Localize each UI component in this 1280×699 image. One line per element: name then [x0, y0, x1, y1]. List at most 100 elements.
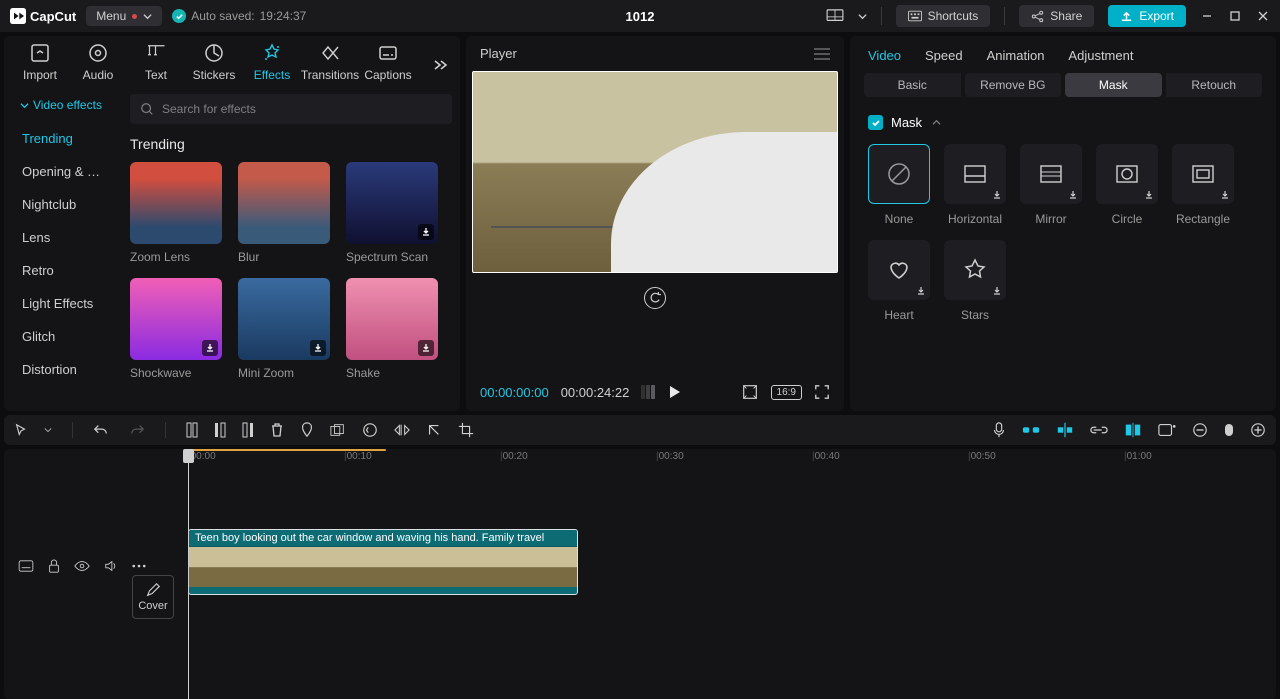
effect-item[interactable]: Spectrum Scan: [346, 162, 438, 264]
mirror-icon[interactable]: [394, 423, 410, 437]
mask-option-horizontal[interactable]: Horizontal: [944, 144, 1006, 226]
media-tab-text[interactable]: Text: [128, 42, 184, 88]
mask-option-none[interactable]: None: [868, 144, 930, 226]
mic-icon[interactable]: [992, 422, 1006, 438]
playhead[interactable]: [188, 449, 189, 699]
export-button[interactable]: Export: [1108, 5, 1186, 27]
share-button[interactable]: Share: [1019, 5, 1094, 27]
effect-category[interactable]: Trending: [8, 122, 126, 155]
chevron-up-icon[interactable]: [932, 118, 941, 127]
inspector-tab-adjustment[interactable]: Adjustment: [1068, 48, 1133, 63]
none-mask-icon: [883, 158, 915, 190]
media-tab-stickers[interactable]: Stickers: [186, 42, 242, 88]
effect-item[interactable]: Shockwave: [130, 278, 222, 380]
export-icon: [1120, 10, 1133, 23]
zoom-slider-icon[interactable]: [1224, 423, 1234, 437]
subtab-mask[interactable]: Mask: [1065, 73, 1162, 97]
lock-icon[interactable]: [48, 559, 60, 573]
mask-option-circle[interactable]: Circle: [1096, 144, 1158, 226]
cover-button[interactable]: Cover: [132, 575, 174, 619]
media-tab-import[interactable]: Import: [12, 42, 68, 88]
split-icon[interactable]: [186, 422, 198, 438]
media-tab-effects[interactable]: Effects: [244, 42, 300, 88]
refresh-button[interactable]: [644, 287, 666, 309]
autosave-status: Auto saved: 19:24:37: [172, 9, 306, 23]
timeline-body[interactable]: |00:00|00:10|00:20|00:30|00:40|00:50|01:…: [180, 449, 1276, 699]
eye-icon[interactable]: [74, 560, 90, 572]
effect-category[interactable]: Distortion: [8, 353, 126, 386]
playhead-knob[interactable]: [183, 449, 194, 463]
section-title: Trending: [130, 136, 452, 152]
compare-icon[interactable]: [641, 385, 657, 399]
subtab-remove-bg[interactable]: Remove BG: [965, 73, 1062, 97]
chevron-down-icon[interactable]: [44, 426, 52, 434]
layout-chevron-icon[interactable]: [858, 12, 867, 21]
magnet-main-icon[interactable]: [1022, 424, 1040, 436]
subtab-basic[interactable]: Basic: [864, 73, 961, 97]
split-right-icon[interactable]: [242, 422, 254, 438]
delete-icon[interactable]: [270, 422, 284, 438]
main-area: ImportAudioTextStickersEffectsTransition…: [0, 32, 1280, 415]
play-button[interactable]: [669, 385, 681, 399]
redo-icon[interactable]: [129, 422, 145, 438]
preview-viewport[interactable]: [472, 71, 838, 273]
auto-snap-icon[interactable]: [1056, 422, 1074, 438]
tabs-more-button[interactable]: [432, 58, 452, 72]
inspector-tab-video[interactable]: Video: [868, 48, 901, 63]
mask-option-rectangle[interactable]: Rectangle: [1172, 144, 1234, 226]
preview-axis-icon[interactable]: [1124, 422, 1142, 438]
inspector-tab-animation[interactable]: Animation: [987, 48, 1045, 63]
window-maximize-button[interactable]: [1228, 9, 1242, 23]
duplicate-icon[interactable]: [330, 423, 346, 437]
mask-option-heart[interactable]: Heart: [868, 240, 930, 322]
crop-icon[interactable]: [458, 422, 474, 438]
inspector-tab-speed[interactable]: Speed: [925, 48, 963, 63]
zoom-out-icon[interactable]: [1192, 422, 1208, 438]
scale-icon[interactable]: [741, 383, 759, 401]
effect-category[interactable]: Nightclub: [8, 188, 126, 221]
effect-category[interactable]: Opening & …: [8, 155, 126, 188]
effect-category[interactable]: Lens: [8, 221, 126, 254]
shortcuts-button[interactable]: Shortcuts: [896, 5, 991, 27]
fullscreen-icon[interactable]: [814, 384, 830, 400]
zoom-in-icon[interactable]: [1250, 422, 1266, 438]
record-icon[interactable]: [1158, 423, 1176, 437]
mask-checkbox[interactable]: [868, 115, 883, 130]
effect-category[interactable]: Glitch: [8, 320, 126, 353]
preview-content: [611, 132, 837, 272]
media-tab-audio[interactable]: Audio: [70, 42, 126, 88]
timeline-ruler[interactable]: |00:00|00:10|00:20|00:30|00:40|00:50|01:…: [180, 449, 1276, 469]
caption-toggle-icon[interactable]: [18, 560, 34, 572]
window-minimize-button[interactable]: [1200, 9, 1214, 23]
menu-button[interactable]: Menu: [86, 6, 162, 26]
link-icon[interactable]: [1090, 425, 1108, 435]
mute-icon[interactable]: [104, 559, 118, 573]
reverse-icon[interactable]: [362, 422, 378, 438]
media-tabs: ImportAudioTextStickersEffectsTransition…: [4, 36, 460, 88]
more-icon[interactable]: [132, 564, 146, 568]
effect-item[interactable]: Shake: [346, 278, 438, 380]
mask-option-mirror[interactable]: Mirror: [1020, 144, 1082, 226]
player-menu-icon[interactable]: [814, 48, 830, 60]
effect-category[interactable]: Light Effects: [8, 287, 126, 320]
aspect-ratio-badge[interactable]: 16:9: [771, 385, 802, 400]
effect-category[interactable]: Retro: [8, 254, 126, 287]
media-tab-transitions[interactable]: Transitions: [302, 42, 358, 88]
mask-option-stars[interactable]: Stars: [944, 240, 1006, 322]
rotate-icon[interactable]: [426, 422, 442, 438]
effect-item[interactable]: Zoom Lens: [130, 162, 222, 264]
window-close-button[interactable]: [1256, 9, 1270, 23]
split-left-icon[interactable]: [214, 422, 226, 438]
undo-icon[interactable]: [93, 422, 109, 438]
search-input[interactable]: Search for effects: [130, 94, 452, 124]
marker-icon[interactable]: [300, 422, 314, 438]
subtab-retouch[interactable]: Retouch: [1166, 73, 1263, 97]
timeline-clip[interactable]: Teen boy looking out the car window and …: [188, 529, 578, 595]
video-effects-pill[interactable]: Video effects: [12, 94, 110, 116]
pointer-tool-icon[interactable]: [14, 423, 28, 437]
media-tab-captions[interactable]: Captions: [360, 42, 416, 88]
effect-item[interactable]: Mini Zoom: [238, 278, 330, 380]
effect-item[interactable]: Blur: [238, 162, 330, 264]
layout-icon[interactable]: [826, 9, 844, 23]
effects-icon: [261, 42, 283, 64]
